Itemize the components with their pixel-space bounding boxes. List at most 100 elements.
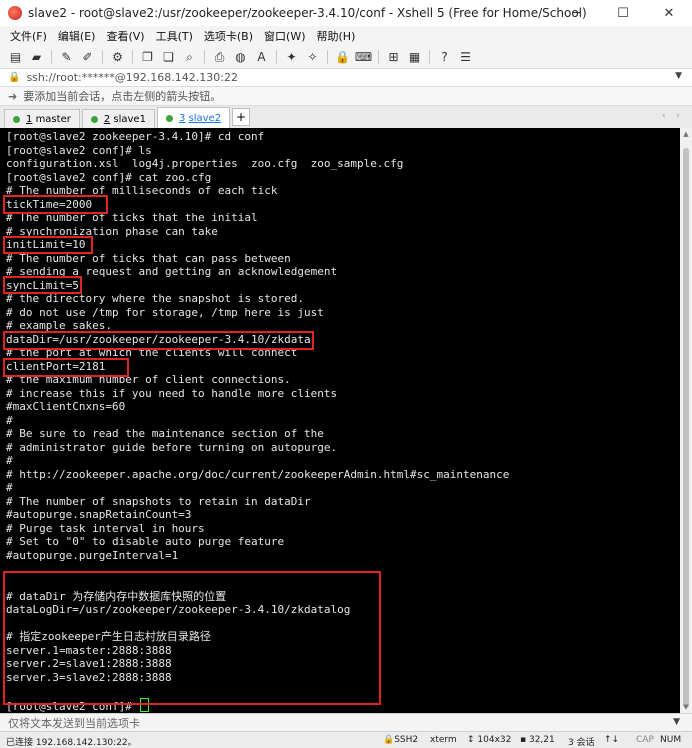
status-bar: 已连接 192.168.142.130:22。 🔒SSH2 xterm ↕ 10…	[0, 731, 692, 748]
highlight-synclimit	[3, 276, 82, 294]
session-hint-text: 要添加当前会话，点击左侧的箭头按钮。	[23, 90, 222, 103]
tab-number: 2	[103, 113, 111, 125]
maximize-button[interactable]: ☐	[600, 0, 646, 26]
tab-number: 1	[26, 113, 33, 125]
terminal-line: #autopurge.purgeInterval=1	[6, 549, 509, 563]
toolbar-divider	[276, 50, 277, 64]
terminal-line-text: #maxClientCnxns=60	[6, 400, 126, 414]
connected-status-icon	[90, 115, 98, 123]
terminal-line: # The number of snapshots to retain in d…	[6, 495, 509, 509]
tab-number: 3	[178, 112, 186, 124]
add-tab-button[interactable]: +	[232, 108, 251, 126]
terminal-line: # increase this if you need to handle mo…	[6, 387, 509, 401]
chat-icon[interactable]: ☰	[456, 48, 475, 66]
terminal-line: # Set to "0" to disable auto purge featu…	[6, 535, 509, 549]
new-session-icon[interactable]: ▤	[6, 48, 25, 66]
disconnect-icon[interactable]: ✐	[78, 48, 97, 66]
script-icon[interactable]: ✧	[303, 48, 322, 66]
terminal-size-value: 104x32	[477, 735, 512, 745]
terminal-line-text: [root@slave2 conf]# ls	[6, 143, 152, 157]
terminal-line: #maxClientCnxns=60	[6, 400, 509, 414]
terminal-line-text: # do not use /tmp for storage, /tmp here…	[6, 305, 324, 319]
terminal-line: [root@slave2 conf]# ls	[6, 144, 509, 158]
menu-help[interactable]: 帮助(H)	[317, 28, 356, 44]
scroll-down-icon[interactable]: ▼	[680, 701, 692, 713]
chevron-down-icon[interactable]: ▼	[673, 717, 680, 727]
open-folder-icon[interactable]: ▰	[27, 48, 46, 66]
menu-edit[interactable]: 编辑(E)	[58, 28, 96, 44]
tab-bar: 1 master 2 slave1 3 slave2 + ‹ ›	[0, 106, 692, 128]
toolbar-divider	[51, 50, 52, 64]
window-controls: ─ ☐ ✕	[554, 0, 692, 26]
xftp-icon[interactable]: ✦	[282, 48, 301, 66]
menu-view[interactable]: 查看(V)	[106, 28, 144, 44]
menu-window[interactable]: 窗口(W)	[264, 28, 305, 44]
menu-file[interactable]: 文件(F)	[10, 28, 47, 44]
terminal-line-text: # http://zookeeper.apache.org/doc/curren…	[6, 467, 510, 481]
new-tab-icon[interactable]: ⊞	[384, 48, 403, 66]
close-button[interactable]: ✕	[646, 0, 692, 26]
terminal-line-text: # the directory where the snapshot is st…	[6, 292, 305, 306]
highlight-initlimit	[3, 236, 93, 254]
copy-icon[interactable]: ❐	[138, 48, 157, 66]
scroll-up-icon[interactable]: ▲	[680, 128, 692, 140]
menu-tabs[interactable]: 选项卡(B)	[204, 28, 253, 44]
title-bar: slave2 - root@slave2:/usr/zookeeper/zook…	[0, 0, 692, 26]
tab-slave1[interactable]: 2 slave1	[81, 109, 155, 128]
compose-target-label: 仅将文本发送到当前选项卡	[8, 716, 140, 730]
session-address: ssh://root:******@192.168.142.130:22	[26, 71, 238, 84]
terminal-scrollbar[interactable]: ▲ ▼	[680, 128, 692, 713]
keyboard-icon[interactable]: ⌨	[354, 48, 373, 66]
minimize-button[interactable]: ─	[554, 0, 600, 26]
terminal-line-text: [root@slave2 zookeeper-3.4.10]# cd conf	[6, 130, 265, 143]
cursor-icon: ▪	[520, 735, 527, 745]
terminal-line: [root@slave2 zookeeper-3.4.10]# cd conf	[6, 130, 509, 144]
toolbar: ▤ ▰ ✎ ✐ ⚙ ❐ ❏ ⌕ ⎙ ◍ A ✦ ✧ 🔒 ⌨ ⊞ ▦ ? ☰	[0, 46, 692, 68]
arrow-icon[interactable]: ➜	[8, 90, 17, 103]
scroll-arrows-icon[interactable]: ↑↓	[604, 735, 619, 745]
terminal-line-text: # Be sure to read the maintenance sectio…	[6, 427, 324, 441]
terminal-line-text: #autopurge.purgeInterval=1	[6, 548, 179, 562]
menu-tools[interactable]: 工具(T)	[156, 28, 193, 44]
terminal-line-text: #autopurge.snapRetainCount=3	[6, 508, 192, 522]
terminal-line-text: #	[6, 413, 13, 427]
terminal-line-text: configuration.xsl log4j.properties zoo.c…	[6, 157, 404, 171]
lock-icon[interactable]: 🔒	[333, 48, 352, 66]
terminal-line: #autopurge.snapRetainCount=3	[6, 508, 509, 522]
terminal-line: # Purge task interval in hours	[6, 522, 509, 536]
tab-master[interactable]: 1 master	[4, 109, 80, 128]
reconnect-icon[interactable]: ✎	[57, 48, 76, 66]
properties-icon[interactable]: ⚙	[108, 48, 127, 66]
cursor-position: ▪ 32,21	[520, 735, 555, 745]
terminal-line: # http://zookeeper.apache.org/doc/curren…	[6, 468, 509, 482]
tab-slave2[interactable]: 3 slave2	[156, 107, 231, 128]
font-icon[interactable]: A	[252, 48, 271, 66]
lock-icon: 🔒	[8, 72, 21, 83]
terminal-type: xterm	[430, 735, 457, 745]
tab-label: slave2	[188, 112, 222, 124]
session-hint-bar: ➜ 要添加当前会话，点击左侧的箭头按钮。	[0, 87, 692, 106]
xshell-app-icon	[8, 6, 22, 20]
paste-icon[interactable]: ❏	[159, 48, 178, 66]
toolbar-divider	[102, 50, 103, 64]
help-icon[interactable]: ?	[435, 48, 454, 66]
terminal-line: # do not use /tmp for storage, /tmp here…	[6, 306, 509, 320]
num-lock-indicator: NUM	[660, 735, 682, 745]
globe-icon[interactable]: ◍	[231, 48, 250, 66]
chevron-down-icon[interactable]: ▼	[675, 71, 682, 81]
highlight-datadir	[3, 331, 314, 350]
terminal-line: # administrator guide before turning on …	[6, 441, 509, 455]
toolbar-divider	[204, 50, 205, 64]
terminal-line: [root@slave2 conf]# cat zoo.cfg	[6, 171, 509, 185]
tab-scroll-arrows-icon[interactable]: ‹ ›	[662, 111, 684, 121]
find-icon[interactable]: ⌕	[180, 48, 199, 66]
print-icon[interactable]: ⎙	[210, 48, 229, 66]
layout-icon[interactable]: ▦	[405, 48, 424, 66]
tab-label: slave1	[113, 113, 146, 125]
scrollbar-thumb[interactable]	[683, 148, 689, 708]
compose-bar[interactable]: 仅将文本发送到当前选项卡 ▼	[0, 713, 692, 731]
terminal-line: configuration.xsl log4j.properties zoo.c…	[6, 157, 509, 171]
address-bar[interactable]: 🔒 ssh://root:******@192.168.142.130:22 ▼	[0, 68, 692, 87]
terminal-output[interactable]: [root@slave2 zookeeper-3.4.10]# cd conf[…	[0, 128, 680, 713]
protocol-status: 🔒SSH2	[383, 735, 418, 745]
